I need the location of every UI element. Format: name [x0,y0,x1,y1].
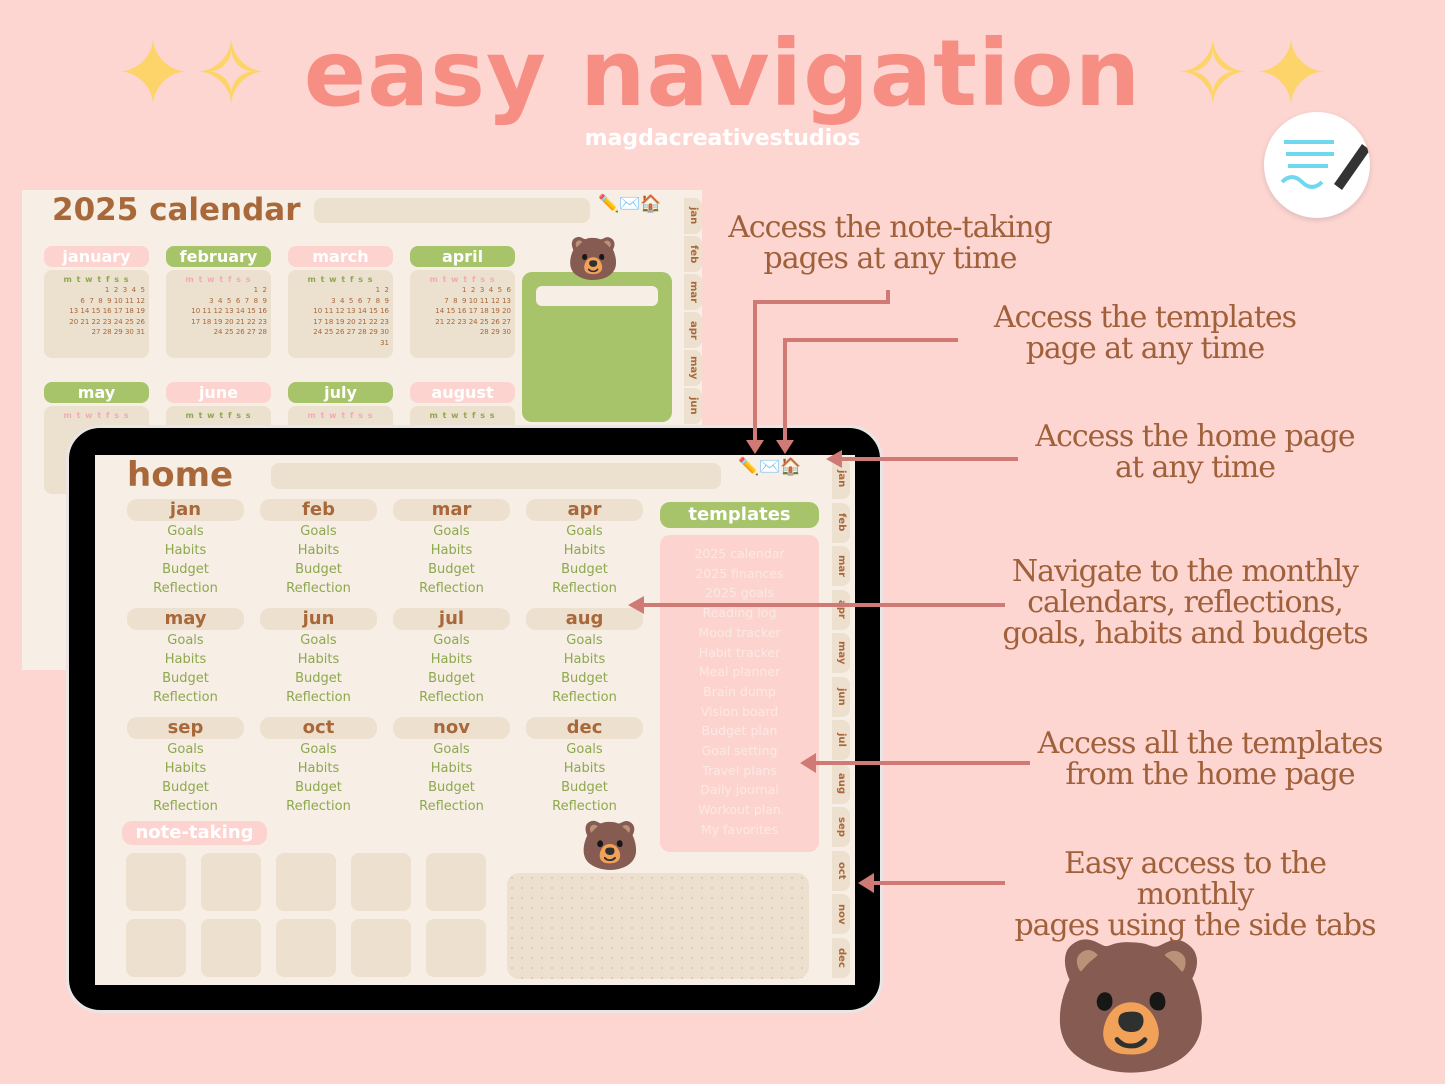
arrows [628,290,1030,893]
